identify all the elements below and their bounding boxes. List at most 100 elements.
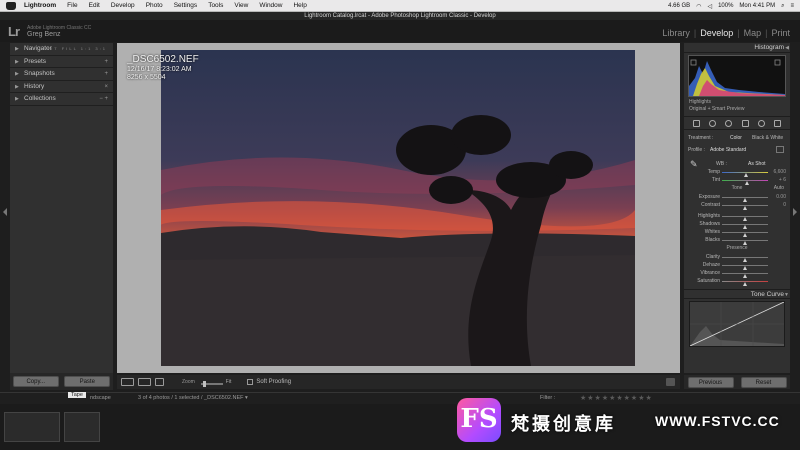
menu-file[interactable]: File [67,2,77,9]
contrast-label: Contrast [701,202,720,208]
spot-removal-icon[interactable] [708,119,716,127]
menu-list-icon[interactable]: ≡ [790,3,794,9]
saturation-slider-track[interactable] [722,281,768,286]
tint-slider-row[interactable]: Tint + 6 [684,176,790,185]
search-icon[interactable]: ⌕ [781,3,784,10]
wb-select[interactable]: As Shot [748,160,766,168]
add-snapshot-button[interactable]: + [104,68,108,80]
histogram-graph[interactable] [688,55,786,97]
zoom-slider-thumb[interactable] [202,381,206,387]
vibrance-slider-row[interactable]: Vibrance [684,269,790,278]
crop-tool-icon[interactable] [692,119,700,127]
menu-help[interactable]: Help [293,2,306,9]
history-header[interactable]: ▶ History × [10,81,113,93]
histogram-header[interactable]: Histogram ◀ [684,43,790,53]
menu-photo[interactable]: Photo [146,2,163,9]
module-map[interactable]: Map [744,28,762,38]
zoom-fit-options[interactable]: FIT FILL 1:1 3:1 [47,43,107,55]
tint-slider-knob[interactable] [745,181,749,185]
filmstrip-breadcrumb[interactable]: 3 of 4 photos / 1 selected / _DSC6502.NE… [138,395,248,401]
contrast-slider-knob[interactable] [743,206,747,210]
menu-develop[interactable]: Develop [111,2,135,9]
radial-filter-icon[interactable] [757,119,765,127]
zoom-slider[interactable] [200,381,223,387]
wifi-icon[interactable]: ◠ [696,3,701,10]
saturation-slider-row[interactable]: Saturation [684,277,790,286]
tint-slider-track[interactable] [722,180,768,185]
highlights-slider-row[interactable]: Highlights [684,212,790,221]
menu-window[interactable]: Window [259,2,282,9]
profile-browser-icon[interactable] [776,146,784,153]
clock[interactable]: Mon 4:41 PM [739,3,775,9]
dehaze-slider-track[interactable] [722,265,768,270]
shadows-slider-track[interactable] [722,224,768,229]
menu-tools[interactable]: Tools [208,2,223,9]
left-panel-toggle-icon[interactable] [3,208,7,216]
soft-proofing-checkbox[interactable] [247,379,254,385]
module-develop[interactable]: Develop [700,28,733,38]
before-after-icon[interactable] [138,378,151,386]
presets-header[interactable]: ▶ Presets + [10,56,113,68]
highlights-slider-track[interactable] [722,216,768,221]
blacks-slider-knob[interactable] [743,241,747,245]
treatment-bw[interactable]: Black & White [752,134,783,142]
menu-app-name[interactable]: Lightroom [24,2,56,9]
blacks-slider-track[interactable] [722,240,768,245]
photo-preview[interactable] [161,50,635,366]
module-print[interactable]: Print [771,28,790,38]
contrast-slider-row[interactable]: Contrast 0 [684,201,790,210]
previous-button[interactable]: Previous [687,376,734,388]
dehaze-slider-row[interactable]: Dehaze [684,261,790,270]
tint-value[interactable]: + 6 [779,176,786,184]
expand-triangle-icon: ▶ [15,96,19,102]
right-panel-toggle-icon[interactable] [793,208,797,216]
loupe-view-icon[interactable] [121,378,134,386]
saturation-slider-knob[interactable] [743,282,747,286]
treatment-color[interactable]: Color [730,134,742,142]
before-after-swap-icon[interactable] [155,378,164,386]
menu-settings[interactable]: Settings [174,2,198,9]
tone-auto-button[interactable]: Auto [774,184,784,193]
vibrance-slider-track[interactable] [722,273,768,278]
exposure-value[interactable]: 0.00 [776,193,786,201]
clear-history-button[interactable]: × [104,81,108,93]
adjustment-brush-icon[interactable] [774,119,782,127]
temp-slider-track[interactable] [722,172,768,177]
toolbar-menu-icon[interactable] [666,378,675,386]
tone-curve-graph[interactable] [689,301,785,347]
temp-slider-row[interactable]: Temp 6,600 [684,168,790,177]
module-library[interactable]: Library [662,28,690,38]
contrast-value[interactable]: 0 [783,201,786,209]
menu-edit[interactable]: Edit [89,2,100,9]
whites-slider-track[interactable] [722,232,768,237]
volume-icon[interactable]: ◁ [707,3,712,10]
snapshots-header[interactable]: ▶ Snapshots + [10,68,113,81]
exposure-slider-track[interactable] [722,197,768,202]
menu-view[interactable]: View [234,2,248,9]
paste-button[interactable]: Paste [64,376,111,387]
shadows-slider-row[interactable]: Shadows [684,220,790,229]
add-preset-button[interactable]: + [104,56,108,68]
navigator-header[interactable]: ▶ Navigator FIT FILL 1:1 3:1 [10,43,113,56]
reset-button[interactable]: Reset [740,376,787,388]
wb-eyedropper-icon[interactable]: ✎ [690,160,698,169]
contrast-slider-track[interactable] [722,205,768,210]
apple-icon[interactable] [6,1,16,10]
tone-curve-header[interactable]: Tone Curve ▼ [684,289,790,299]
whites-slider-row[interactable]: Whites [684,228,790,237]
red-eye-icon[interactable] [725,119,733,127]
battery-percent[interactable]: 100% [718,3,733,9]
filmstrip-thumbnail[interactable] [4,412,60,442]
copy-button[interactable]: Copy... [12,376,59,387]
blacks-slider-row[interactable]: Blacks [684,236,790,245]
collection-buttons[interactable]: − + [99,93,108,105]
clarity-slider-row[interactable]: Clarity [684,253,790,262]
collections-header[interactable]: ▶ Collections − + [10,93,113,106]
profile-select[interactable]: Adobe Standard [710,146,746,154]
clarity-slider-track[interactable] [722,257,768,262]
temp-value[interactable]: 6,600 [773,168,786,176]
filmstrip-source[interactable]: ndscape [90,395,111,401]
graduated-filter-icon[interactable] [741,119,749,127]
filmstrip-thumbnail[interactable] [64,412,100,442]
exposure-slider-row[interactable]: Exposure 0.00 [684,193,790,202]
